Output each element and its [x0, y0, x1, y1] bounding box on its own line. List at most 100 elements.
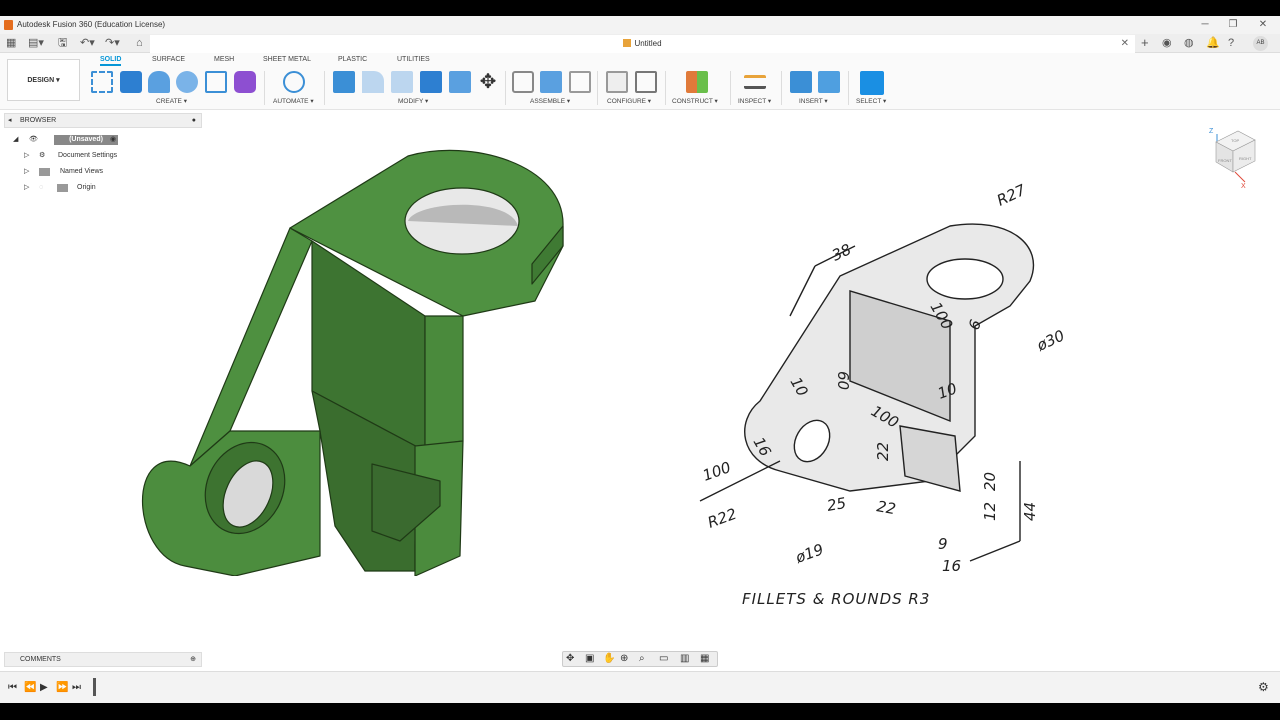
expand-icon[interactable]: ▷	[24, 148, 29, 163]
new-component-icon[interactable]	[512, 71, 534, 93]
browser-panel-header[interactable]: ◂ BROWSER ●	[4, 113, 202, 128]
create-menu[interactable]: CREATE ▾	[156, 97, 187, 105]
chamfer-icon[interactable]	[391, 71, 413, 93]
new-tab-button[interactable]: +	[1141, 36, 1149, 50]
revolve-icon[interactable]	[148, 71, 170, 93]
construct-plane-icon[interactable]	[686, 71, 708, 93]
comments-title: COMMENTS	[20, 656, 61, 663]
dim-r27: R27	[994, 181, 1029, 210]
tab-solid[interactable]: SOLID	[100, 56, 122, 66]
app-grid-icon[interactable]: ▦	[6, 36, 16, 50]
job-status-icon[interactable]: ◍	[1184, 36, 1194, 50]
add-comment-icon[interactable]: ⊕	[190, 653, 196, 666]
help-icon[interactable]: ?	[1228, 36, 1234, 50]
insert-derive-icon[interactable]	[790, 71, 812, 93]
document-tab[interactable]: Untitled ✕	[150, 35, 1135, 53]
automate-menu[interactable]: AUTOMATE ▾	[273, 97, 314, 105]
insert-menu[interactable]: INSERT ▾	[799, 97, 828, 105]
play-icon[interactable]: ▶	[40, 682, 48, 693]
document-title: Untitled	[634, 39, 662, 48]
title-bar: Autodesk Fusion 360 (Education License) …	[0, 16, 1280, 34]
dim-60: 60	[834, 371, 852, 390]
undo-icon[interactable]: ↶▾	[80, 36, 95, 50]
look-at-icon[interactable]: ▣	[585, 653, 594, 664]
step-back-icon[interactable]: ⏪	[24, 682, 36, 693]
technical-drawing: R27 38 100 6 ø30 10 60 10 100 22 16 100 …	[699, 181, 1067, 575]
minimize-button[interactable]: ─	[1190, 16, 1220, 34]
display-settings-icon[interactable]: ▭	[659, 653, 668, 664]
save-icon[interactable]: 🖫	[58, 36, 67, 50]
viewcube[interactable]: Z X TOP FRONT RIGHT	[1205, 122, 1265, 192]
move-icon[interactable]: ✥	[477, 71, 499, 93]
form-icon[interactable]	[234, 71, 256, 93]
shell-icon[interactable]	[420, 71, 442, 93]
fit-icon[interactable]: ⌕	[639, 653, 645, 664]
redo-icon[interactable]: ↷▾	[105, 36, 120, 50]
tab-plastic[interactable]: PLASTIC	[338, 56, 367, 63]
combine-icon[interactable]	[449, 71, 471, 93]
browser-root-node[interactable]: ◢ 👁 (Unsaved) ◉	[10, 132, 130, 147]
select-menu[interactable]: SELECT ▾	[856, 97, 886, 105]
configure-icon[interactable]	[606, 71, 628, 93]
joint-icon[interactable]	[540, 71, 562, 93]
browser-item-document-settings[interactable]: ▷ ⚙ Document Settings	[24, 148, 134, 163]
fillet-icon[interactable]	[362, 71, 384, 93]
construct-menu[interactable]: CONSTRUCT ▾	[672, 97, 718, 105]
browser-item-origin[interactable]: ▷ ◌ Origin	[24, 180, 134, 195]
file-menu-icon[interactable]: ▤▾	[28, 36, 44, 50]
timeline-marker[interactable]	[93, 678, 96, 696]
expand-icon[interactable]: ▷	[24, 164, 29, 179]
notifications-icon[interactable]: 🔔	[1206, 36, 1220, 50]
hole-icon[interactable]	[176, 71, 198, 93]
step-forward-icon[interactable]: ⏩	[56, 682, 68, 693]
close-window-button[interactable]: ✕	[1248, 16, 1278, 34]
user-avatar[interactable]: AB	[1253, 36, 1268, 51]
select-icon[interactable]	[860, 71, 884, 95]
close-tab-button[interactable]: ✕	[1121, 35, 1129, 53]
go-to-start-icon[interactable]: ⏮	[8, 682, 17, 693]
tab-utilities[interactable]: UTILITIES	[397, 56, 430, 63]
home-icon[interactable]: ⌂	[136, 36, 143, 50]
inspect-menu[interactable]: INSPECT ▾	[738, 97, 771, 105]
pan-icon[interactable]: ✋	[603, 653, 615, 664]
expand-icon[interactable]: ◢	[13, 132, 18, 147]
expand-icon[interactable]: ▷	[24, 180, 29, 195]
viewcube-right-face[interactable]: RIGHT	[1239, 156, 1252, 161]
as-built-joint-icon[interactable]	[569, 71, 591, 93]
zoom-icon[interactable]: ⊕	[620, 653, 628, 664]
press-pull-icon[interactable]	[333, 71, 355, 93]
dim-100-left: 100	[700, 458, 733, 485]
workspace-switcher[interactable]: DESIGN ▾	[7, 59, 80, 101]
create-sketch-icon[interactable]	[91, 71, 113, 93]
comments-panel-header[interactable]: COMMENTS ⊕	[4, 652, 202, 667]
visibility-eye-icon[interactable]: 👁	[29, 132, 38, 147]
timeline-settings-gear-icon[interactable]: ⚙	[1258, 680, 1269, 694]
tab-mesh[interactable]: MESH	[214, 56, 234, 63]
browser-item-named-views[interactable]: ▷ Named Views	[24, 164, 134, 179]
hidden-eye-icon[interactable]: ◌	[39, 180, 43, 195]
maximize-button[interactable]: ❐	[1218, 16, 1248, 34]
modify-menu[interactable]: MODIFY ▾	[398, 97, 428, 105]
collapse-panel-icon[interactable]: ◂	[8, 114, 12, 127]
viewcube-front-face[interactable]: FRONT	[1218, 158, 1232, 163]
document-cube-icon	[623, 39, 632, 47]
orbit-icon[interactable]: ✥	[566, 653, 574, 664]
grid-snaps-icon[interactable]: ▥	[680, 653, 689, 664]
viewcube-top-face[interactable]: TOP	[1231, 138, 1239, 143]
go-to-end-icon[interactable]: ⏭	[72, 682, 81, 693]
measure-icon[interactable]	[744, 75, 766, 89]
3d-model-bracket[interactable]	[140, 146, 570, 576]
tab-sheet-metal[interactable]: SHEET METAL	[263, 56, 311, 63]
table-icon[interactable]	[635, 71, 657, 93]
configure-menu[interactable]: CONFIGURE ▾	[607, 97, 651, 105]
insert-image-icon[interactable]	[818, 71, 840, 93]
extensions-icon[interactable]: ◉	[1162, 36, 1172, 50]
pattern-icon[interactable]	[205, 71, 227, 93]
automate-icon[interactable]	[283, 71, 305, 93]
assemble-menu[interactable]: ASSEMBLE ▾	[530, 97, 570, 105]
tab-surface[interactable]: SURFACE	[152, 56, 185, 63]
pin-icon[interactable]: ●	[192, 114, 196, 127]
activate-radio-icon[interactable]: ◉	[110, 132, 116, 147]
viewports-icon[interactable]: ▦	[700, 653, 709, 664]
extrude-icon[interactable]	[120, 71, 142, 93]
